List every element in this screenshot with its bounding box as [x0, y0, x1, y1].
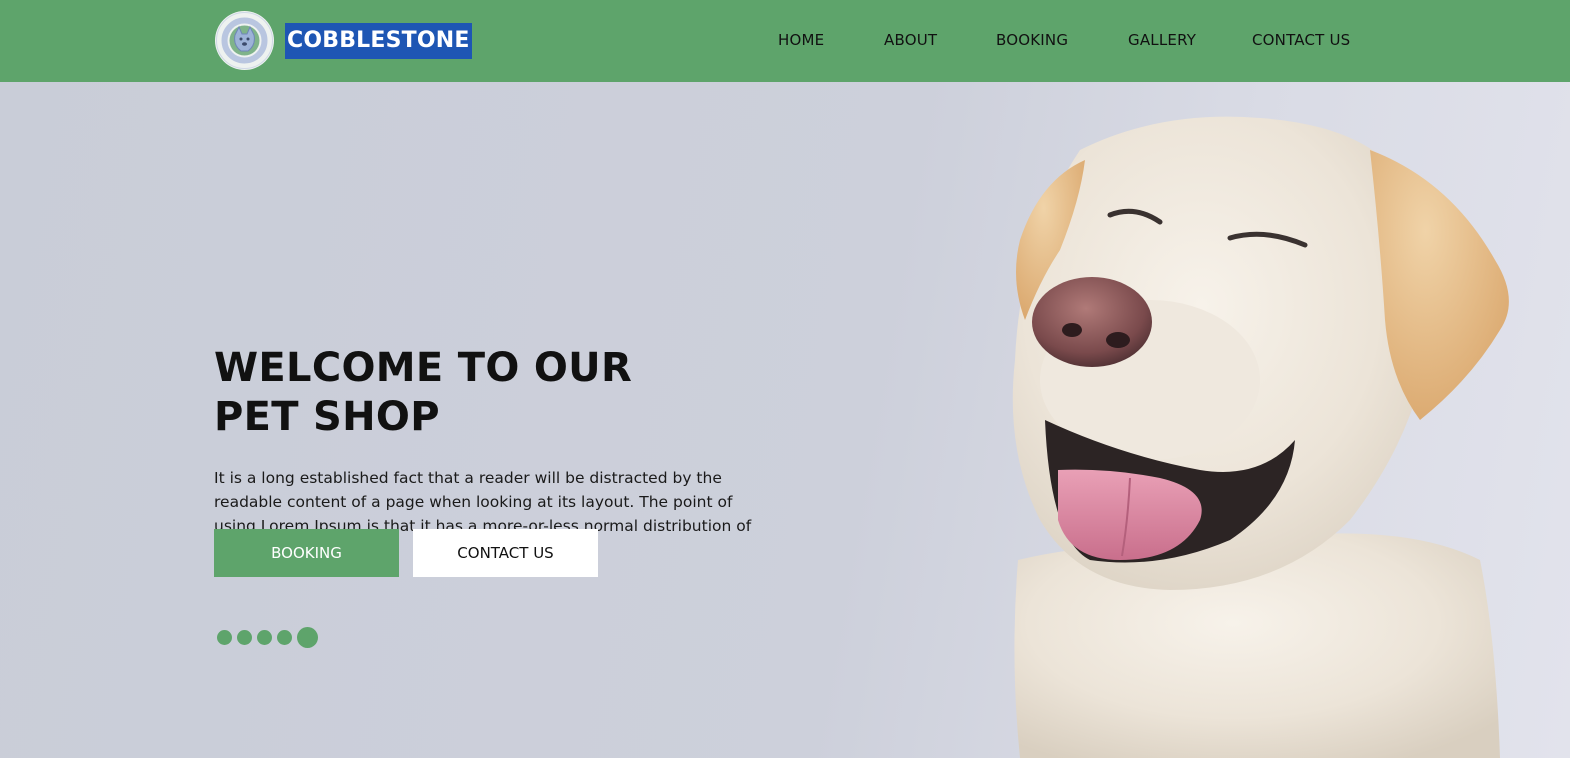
slider-dot-5-active[interactable]	[297, 627, 318, 648]
hero-headline-line-1: WELCOME TO OUR	[214, 345, 633, 391]
contact-us-button[interactable]: CONTACT US	[413, 529, 598, 577]
nav-booking[interactable]: BOOKING	[996, 31, 1068, 49]
booking-button[interactable]: BOOKING	[214, 529, 399, 577]
nav-about[interactable]: ABOUT	[884, 31, 937, 49]
kennel-logo-icon	[216, 12, 273, 69]
brand-name[interactable]: COBBLESTONE	[285, 23, 472, 59]
nav-gallery[interactable]: GALLERY	[1128, 31, 1196, 49]
logo-icon[interactable]	[215, 11, 274, 70]
nav-home[interactable]: HOME	[778, 31, 824, 49]
nav-contact-us[interactable]: CONTACT US	[1252, 31, 1350, 49]
hero-section: WELCOME TO OUR PET SHOP It is a long est…	[0, 82, 1570, 758]
hero-headline: WELCOME TO OUR PET SHOP	[214, 344, 632, 442]
site-header: COBBLESTONE HOME ABOUT BOOKING GALLERY C…	[0, 0, 1570, 82]
slider-dot-2[interactable]	[237, 630, 252, 645]
hero-headline-line-2: PET SHOP	[214, 394, 440, 440]
slider-dot-4[interactable]	[277, 630, 292, 645]
slider-dot-3[interactable]	[257, 630, 272, 645]
slider-dot-1[interactable]	[217, 630, 232, 645]
